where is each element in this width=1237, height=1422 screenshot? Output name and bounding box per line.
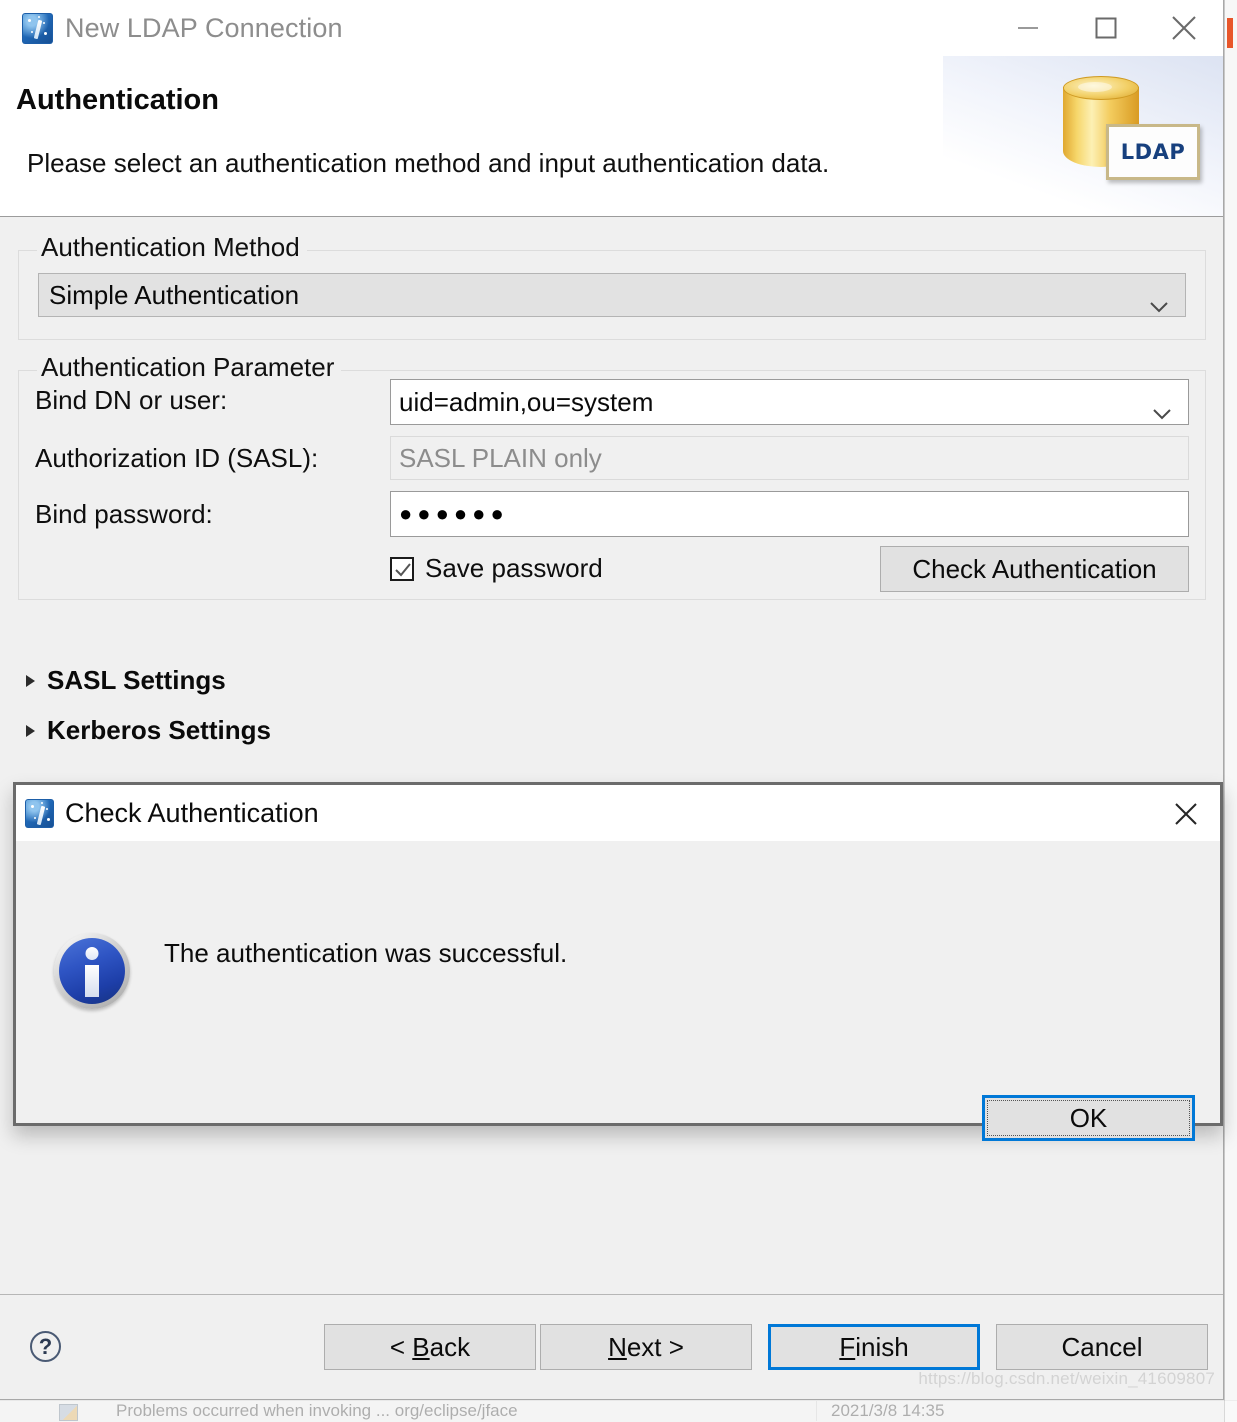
authentication-parameter-group: Authentication Parameter Bind DN or user… <box>18 352 1206 600</box>
bind-password-input[interactable]: ●●●●●● <box>390 491 1189 537</box>
bind-password-label: Bind password: <box>35 499 213 529</box>
next-button-label: Next > <box>608 1331 684 1362</box>
window-controls <box>989 0 1223 56</box>
minimize-button[interactable] <box>989 0 1067 56</box>
background-row-col2: Problems occurred when invoking ... org/… <box>116 1401 518 1420</box>
authentication-method-value: Simple Authentication <box>49 279 300 310</box>
chevron-right-icon <box>26 724 35 737</box>
background-file-icon <box>59 1404 78 1421</box>
info-icon <box>54 933 130 1009</box>
cancel-button-label: Cancel <box>1061 1331 1143 1362</box>
back-button[interactable]: < Back <box>324 1324 536 1370</box>
kerberos-settings-label: Kerberos Settings <box>47 715 271 745</box>
page-title: Authentication <box>16 84 219 116</box>
checkbox-box[interactable] <box>390 556 414 581</box>
background-right-strip <box>1224 0 1237 1422</box>
focus-outline <box>987 1100 1190 1136</box>
authentication-parameter-legend: Authentication Parameter <box>37 352 342 383</box>
finish-button[interactable]: Finish <box>768 1324 980 1370</box>
back-button-label: < Back <box>389 1331 471 1362</box>
dialog-body: The authentication was successful. OK <box>16 841 1220 1141</box>
watermark: https://blog.csdn.net/weixin_41609807 <box>918 1369 1215 1388</box>
screen: Problems occurred when invoking ... org/… <box>0 0 1237 1422</box>
authentication-method-group: Authentication Method Simple Authenticat… <box>18 232 1206 340</box>
new-ldap-connection-window: New LDAP Connection Authentication Pleas… <box>0 0 1224 1400</box>
check-authentication-button[interactable]: Check Authentication <box>880 546 1189 592</box>
dialog-close-button[interactable] <box>1164 795 1208 833</box>
bind-dn-value: uid=admin,ou=system <box>399 386 654 417</box>
dialog-message: The authentication was successful. <box>164 938 568 968</box>
save-password-checkbox[interactable]: Save password <box>390 553 603 584</box>
wizard-header: Authentication Please select an authenti… <box>0 56 1223 217</box>
chevron-right-icon <box>26 674 35 687</box>
next-button[interactable]: Next > <box>540 1324 752 1370</box>
background-orange-marker <box>1227 18 1233 48</box>
cancel-button[interactable]: Cancel <box>996 1324 1208 1370</box>
authorization-id-label: Authorization ID (SASL): <box>35 443 319 473</box>
wizard-footer: ? < Back Next > Finish Cancel https://bl… <box>0 1294 1223 1399</box>
bind-dn-input[interactable]: uid=admin,ou=system <box>390 379 1189 425</box>
save-password-label: Save password <box>425 553 603 583</box>
authentication-method-combo[interactable]: Simple Authentication <box>38 273 1186 317</box>
help-icon-label: ? <box>38 1333 53 1359</box>
dialog-title: Check Authentication <box>65 797 319 828</box>
window-titlebar[interactable]: New LDAP Connection <box>0 0 1223 56</box>
sasl-settings-label: SASL Settings <box>47 665 226 695</box>
page-description: Please select an authentication method a… <box>27 148 830 178</box>
maximize-button[interactable] <box>1067 0 1145 56</box>
check-authentication-button-label: Check Authentication <box>912 553 1157 584</box>
chevron-down-icon[interactable] <box>1152 396 1172 420</box>
sasl-settings-section[interactable]: SASL Settings <box>26 665 226 696</box>
bind-dn-label: Bind DN or user: <box>35 385 228 415</box>
close-button[interactable] <box>1145 0 1223 56</box>
ldap-tag-text: LDAP <box>1120 140 1186 164</box>
background-file-row: Problems occurred when invoking ... org/… <box>0 1400 1237 1422</box>
authorization-id-input[interactable]: SASL PLAIN only <box>390 436 1189 480</box>
finish-button-label: Finish <box>839 1331 909 1362</box>
ok-button[interactable]: OK <box>982 1095 1195 1141</box>
kerberos-settings-section[interactable]: Kerberos Settings <box>26 715 271 746</box>
window-title: New LDAP Connection <box>65 12 343 43</box>
ldap-label-tag: LDAP <box>1106 124 1200 180</box>
bind-password-value: ●●●●●● <box>399 501 509 526</box>
background-row-col3: 2021/3/8 14:35 <box>816 1401 1091 1421</box>
authorization-id-placeholder: SASL PLAIN only <box>399 442 602 473</box>
ldap-wizard-icon <box>25 798 54 828</box>
help-icon[interactable]: ? <box>30 1331 61 1362</box>
ldap-wizard-icon <box>22 12 53 44</box>
chevron-down-icon <box>1149 289 1169 313</box>
ldap-database-icon: LDAP <box>1061 64 1201 189</box>
check-authentication-dialog: Check Authentication The authentication … <box>13 782 1223 1141</box>
authentication-method-legend: Authentication Method <box>37 232 307 263</box>
dialog-titlebar[interactable]: Check Authentication <box>16 785 1220 841</box>
